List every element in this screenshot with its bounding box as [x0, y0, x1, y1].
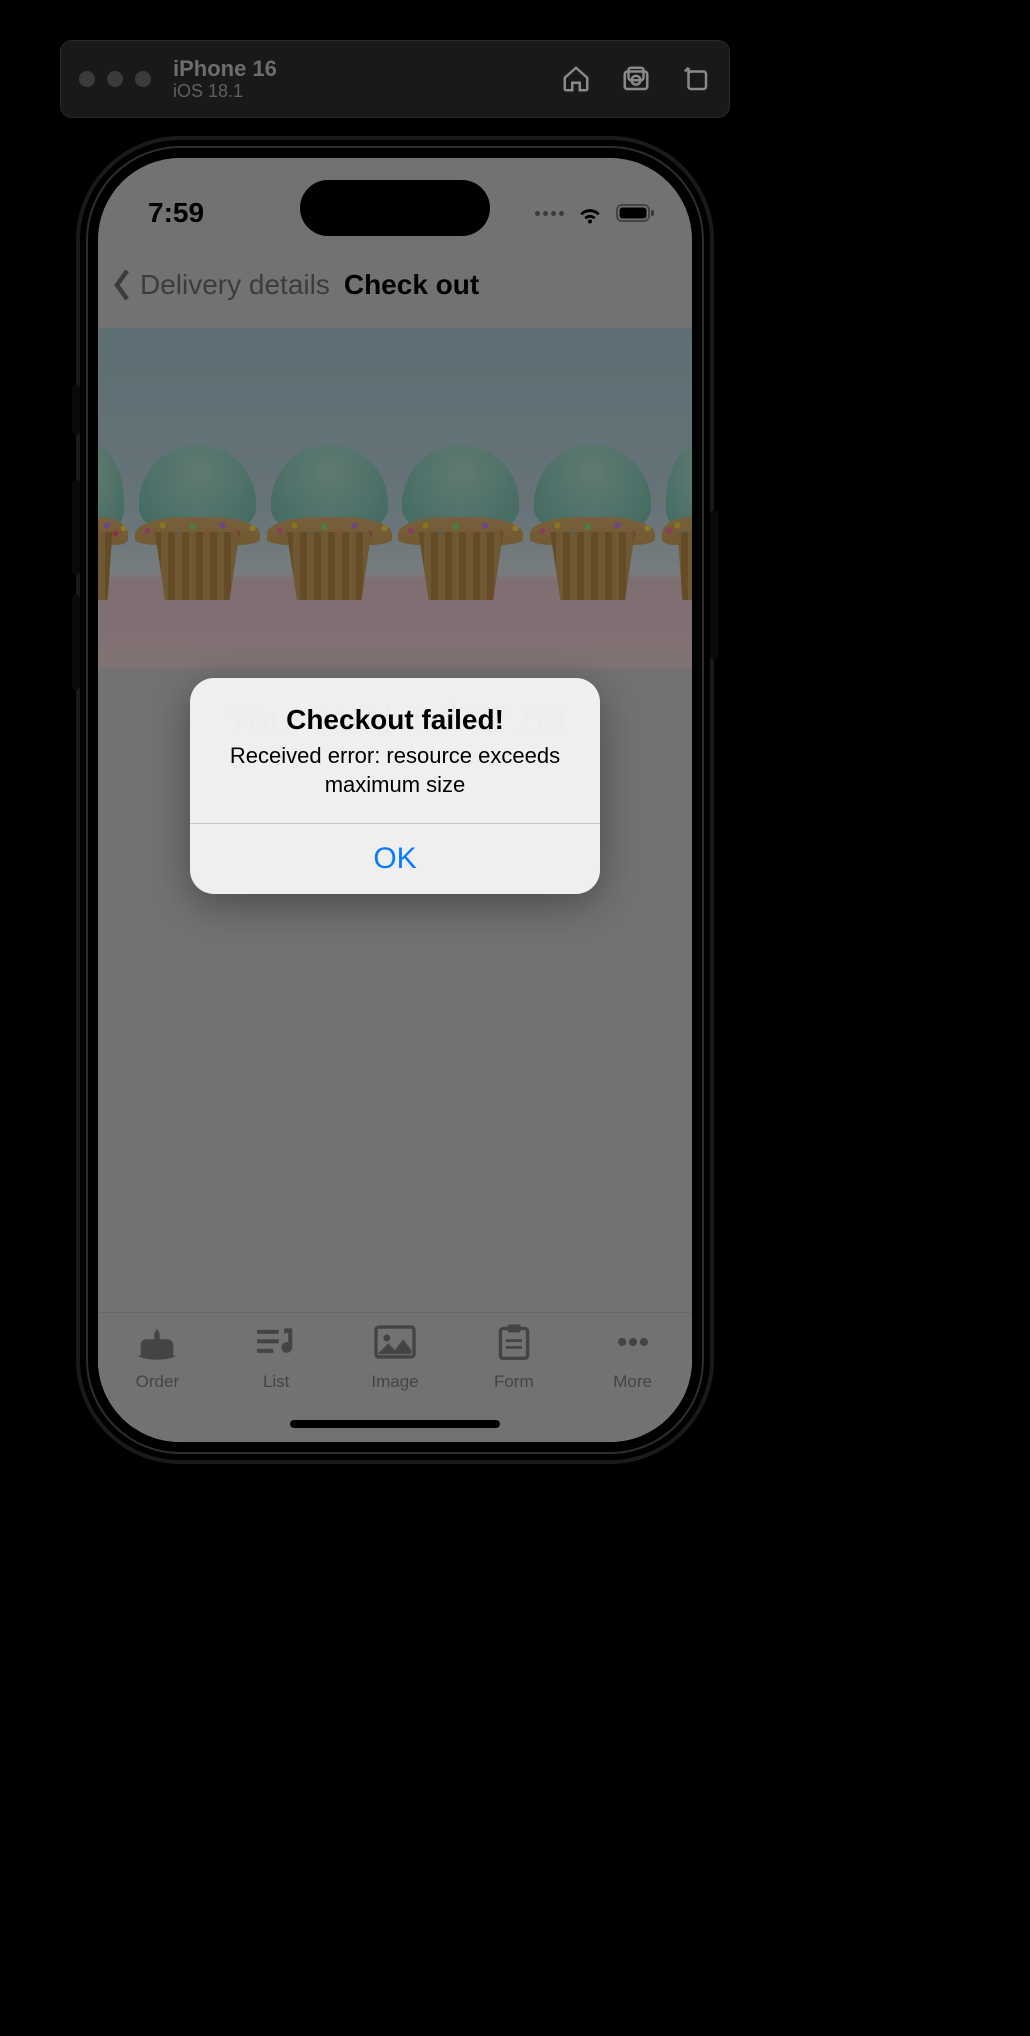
close-window-dot[interactable]: [79, 71, 95, 87]
alert-title: Checkout failed!: [214, 704, 576, 736]
side-button-action: [72, 385, 80, 435]
rotate-icon[interactable]: [681, 64, 711, 94]
alert-dialog: Checkout failed! Received error: resourc…: [190, 678, 600, 894]
side-button-vol-down: [72, 595, 80, 690]
alert-message: Received error: resource exceeds maximum…: [214, 742, 576, 799]
home-indicator[interactable]: [290, 1420, 500, 1428]
screenshot-icon[interactable]: [621, 64, 651, 94]
window-traffic-lights[interactable]: [79, 71, 151, 87]
home-icon[interactable]: [561, 64, 591, 94]
side-button-vol-up: [72, 480, 80, 575]
minimize-window-dot[interactable]: [107, 71, 123, 87]
simulator-actions: [561, 64, 711, 94]
alert-backdrop: Checkout failed! Received error: resourc…: [98, 158, 692, 1442]
side-button-power: [710, 510, 718, 660]
simulator-os-version: iOS 18.1: [173, 81, 277, 102]
device-screen: 7:59 Delivery details Check out: [98, 158, 692, 1442]
simulator-toolbar: iPhone 16 iOS 18.1: [60, 40, 730, 118]
simulator-device-name: iPhone 16: [173, 56, 277, 81]
simulator-title: iPhone 16 iOS 18.1: [173, 56, 277, 102]
alert-ok-button[interactable]: OK: [190, 824, 600, 894]
iphone-frame: 7:59 Delivery details Check out: [80, 140, 710, 1460]
zoom-window-dot[interactable]: [135, 71, 151, 87]
